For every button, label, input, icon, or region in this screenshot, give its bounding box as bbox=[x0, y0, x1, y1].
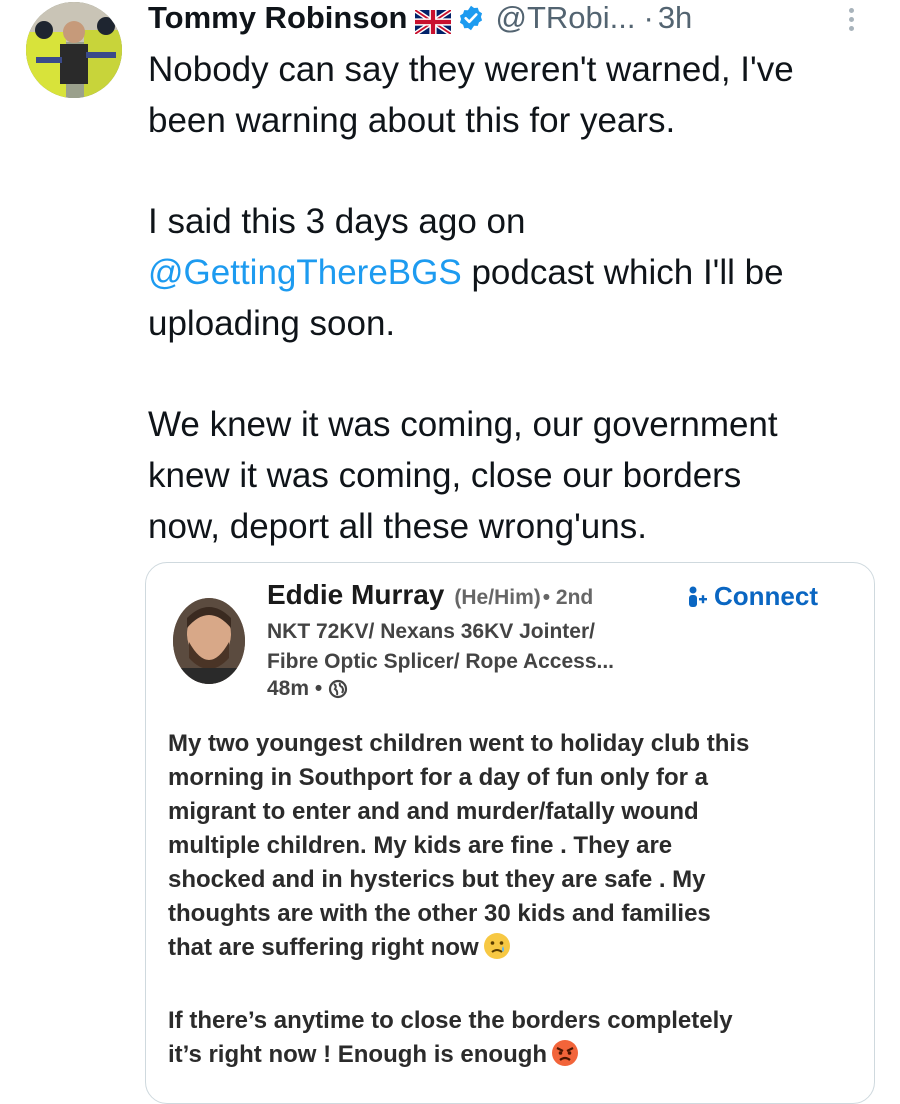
tweet-line: We knew it was coming, our government bbox=[148, 405, 778, 444]
body-line-text: that are suffering right now bbox=[168, 934, 479, 961]
connect-button: Connect bbox=[686, 581, 818, 612]
author-handle[interactable]: @TRobi... bbox=[495, 0, 635, 36]
tweet-text: Nobody can say they weren't warned, I've… bbox=[148, 44, 888, 552]
embedded-post-body: My two youngest children went to holiday… bbox=[168, 727, 858, 1077]
tweet-line: I said this 3 days ago on bbox=[148, 202, 526, 241]
author-name[interactable]: Tommy Robinson bbox=[148, 0, 407, 36]
tweet-timestamp[interactable]: 3h bbox=[658, 0, 692, 36]
uk-flag-icon bbox=[414, 6, 453, 36]
embedded-image-card[interactable]: Eddie Murray (He/Him) • 2nd Connect NKT … bbox=[145, 562, 875, 1104]
embedded-post-meta: 48m • bbox=[267, 677, 348, 701]
tweet-line-text: podcast which I'll be bbox=[461, 253, 784, 292]
body-line: shocked and in hysterics but they are sa… bbox=[168, 866, 706, 893]
body-line: thoughts are with the other 30 kids and … bbox=[168, 900, 711, 927]
connect-label: Connect bbox=[714, 581, 818, 611]
verified-badge-icon bbox=[457, 4, 485, 32]
embedded-author-avatar bbox=[173, 598, 245, 684]
add-person-icon bbox=[689, 586, 707, 607]
body-line-with-emoji: that are suffering right now bbox=[168, 931, 858, 970]
tweet-line: been warning about this for years. bbox=[148, 101, 676, 140]
embedded-author-pronouns: (He/Him) bbox=[454, 586, 541, 609]
embedded-author-row: Eddie Murray (He/Him) • 2nd bbox=[267, 579, 593, 611]
headline-line: Fibre Optic Splicer/ Rope Access... bbox=[267, 650, 615, 673]
embedded-post-time: 48m • bbox=[267, 677, 323, 700]
mention-link[interactable]: @GettingThereBGS bbox=[148, 253, 462, 292]
tweet-header: Tommy Robinson @TRobi... · 3h bbox=[148, 0, 692, 36]
crying-face-icon bbox=[483, 932, 511, 970]
avatar-photo bbox=[26, 2, 122, 98]
body-line-with-emoji: it’s right now ! Enough is enough bbox=[168, 1038, 858, 1077]
connection-degree: • 2nd bbox=[542, 586, 594, 609]
angry-face-icon bbox=[551, 1039, 579, 1077]
embedded-author-headline: NKT 72KV/ Nexans 36KV Jointer/ Fibre Opt… bbox=[267, 617, 614, 677]
body-line: My two youngest children went to holiday… bbox=[168, 730, 750, 757]
tweet-line: Nobody can say they weren't warned, I've bbox=[148, 50, 794, 89]
tweet-line: knew it was coming, close our borders bbox=[148, 456, 742, 495]
globe-icon bbox=[329, 679, 348, 699]
tweet-line-with-mention: @GettingThereBGS podcast which I'll be bbox=[148, 247, 888, 298]
headline-line: NKT 72KV/ Nexans 36KV Jointer/ bbox=[267, 620, 595, 643]
more-options-icon[interactable] bbox=[840, 4, 862, 34]
body-line: morning in Southport for a day of fun on… bbox=[168, 764, 708, 791]
embedded-author-name: Eddie Murray bbox=[267, 579, 445, 610]
tweet-line: uploading soon. bbox=[148, 304, 396, 343]
body-line-text: it’s right now ! Enough is enough bbox=[168, 1041, 548, 1068]
body-line: migrant to enter and and murder/fatally … bbox=[168, 798, 699, 825]
body-line: multiple children. My kids are fine . Th… bbox=[168, 832, 673, 859]
author-avatar[interactable] bbox=[26, 2, 122, 98]
separator-dot: · bbox=[643, 0, 654, 35]
tweet-line: now, deport all these wrong'uns. bbox=[148, 507, 647, 546]
body-line: If there’s anytime to close the borders … bbox=[168, 1007, 733, 1034]
